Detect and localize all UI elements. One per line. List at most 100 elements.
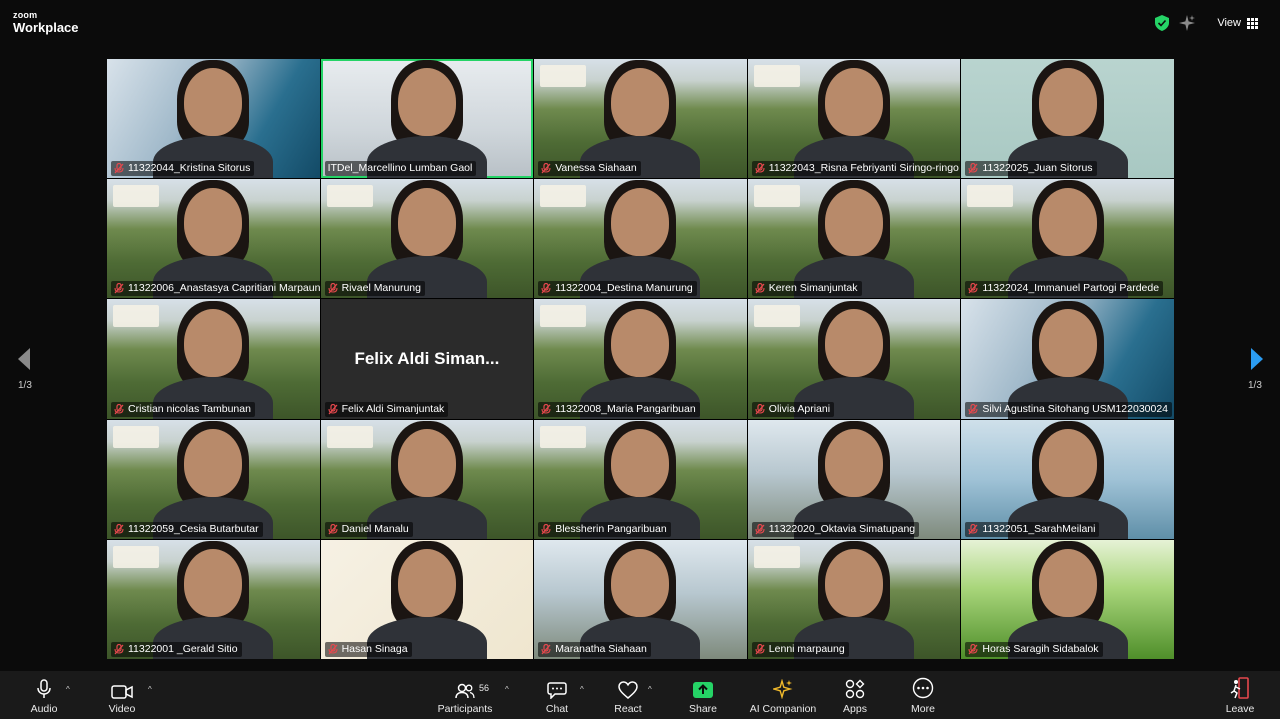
react-button[interactable]: React: [608, 671, 648, 719]
participant-name: Maranatha Siahaan: [555, 642, 647, 655]
view-label: View: [1217, 17, 1241, 29]
video-tile[interactable]: Horas Saragih Sidabalok: [961, 539, 1174, 659]
participant-name: Horas Saragih Sidabalok: [982, 642, 1099, 655]
participant-video-feed: [1007, 420, 1128, 539]
participant-video-feed: [580, 299, 701, 419]
participant-name: 11322059_Cesia Butarbutar: [128, 522, 259, 535]
top-bar: zoom Workplace View: [0, 0, 1280, 46]
muted-microphone-icon: [755, 283, 765, 294]
encryption-shield-icon[interactable]: [1155, 15, 1170, 31]
video-tile[interactable]: Felix Aldi Siman... Felix Aldi Simanjunta…: [320, 299, 534, 419]
muted-microphone-icon: [114, 643, 124, 655]
participant-name-label: Silvi Agustina Sitohang USM122030024: [965, 401, 1173, 417]
participant-name-label: 11322024_Immanuel Partogi Pardede: [965, 281, 1164, 297]
video-tile[interactable]: 11322004_Destina Manurung: [534, 179, 747, 299]
participant-video-feed: [794, 299, 915, 419]
video-tile[interactable]: 11322025_Juan Sitorus: [961, 59, 1174, 179]
video-off-display-name: Felix Aldi Siman...: [354, 348, 500, 368]
participant-video-feed: [153, 420, 274, 539]
video-gallery-grid: 11322044_Kristina Sitorus ITDel_Marcellin…: [107, 59, 1174, 659]
video-tile[interactable]: 11322051_SarahMeilani: [961, 419, 1174, 539]
video-tile[interactable]: Maranatha Siahaan: [534, 539, 747, 659]
video-tile[interactable]: 11322044_Kristina Sitorus: [107, 59, 320, 179]
chat-label: Chat: [545, 703, 569, 715]
participant-video-feed: [794, 420, 915, 539]
video-tile[interactable]: 11322043_Risna Febriyanti Siringo-ringo: [747, 59, 961, 179]
participant-name: Felix Aldi Simanjuntak: [341, 402, 445, 415]
video-tile[interactable]: Cristian nicolas Tambunan: [107, 299, 320, 419]
brand-small: zoom: [13, 10, 38, 20]
muted-microphone-icon: [114, 283, 124, 294]
leave-button[interactable]: Leave: [1220, 671, 1260, 719]
participant-name-label: Maranatha Siahaan: [538, 641, 651, 657]
video-tile[interactable]: Keren Simanjuntak: [747, 179, 961, 299]
video-tile[interactable]: 11322059_Cesia Butarbutar: [107, 419, 320, 539]
video-tile[interactable]: Blessherin Pangaribuan: [534, 419, 747, 539]
apps-button[interactable]: Apps: [835, 671, 875, 719]
muted-microphone-icon: [541, 523, 551, 535]
share-button[interactable]: Share: [683, 671, 723, 719]
participant-name-label: Daniel Manalu: [324, 521, 413, 537]
video-tile[interactable]: Silvi Agustina Sitohang USM122030024: [961, 299, 1174, 419]
video-tile[interactable]: 11322008_Maria Pangaribuan: [534, 299, 747, 419]
participant-name-label: 11322044_Kristina Sitorus: [111, 161, 255, 177]
muted-microphone-icon: [755, 403, 765, 415]
participant-name-label: Olivia Apriani: [751, 401, 835, 417]
video-tile[interactable]: Olivia Apriani: [747, 299, 961, 419]
participants-icon: [455, 683, 475, 699]
muted-microphone-icon: [968, 163, 978, 174]
muted-microphone-icon: [328, 523, 338, 535]
participant-name-label: ITDel_Marcellino Lumban Gaol: [324, 161, 477, 177]
video-button[interactable]: Video: [102, 671, 142, 719]
video-tile[interactable]: Rivael Manurung: [320, 179, 534, 299]
muted-microphone-icon: [541, 643, 551, 655]
video-options-caret-icon[interactable]: ^: [148, 685, 152, 694]
next-page-arrow-icon[interactable]: [1247, 346, 1267, 372]
muted-microphone-icon: [328, 283, 338, 294]
participant-name-label: Felix Aldi Simanjuntak: [324, 401, 449, 417]
zoom-logo: zoom Workplace: [13, 10, 79, 35]
video-label: Video: [108, 703, 136, 715]
video-camera-icon: [111, 685, 133, 699]
muted-microphone-icon: [541, 163, 551, 174]
participant-name-label: 11322020_Oktavia Simatupang: [751, 521, 920, 537]
react-options-caret-icon[interactable]: ^: [648, 685, 652, 694]
microphone-icon: [37, 679, 51, 698]
video-tile[interactable]: 11322020_Oktavia Simatupang: [747, 419, 961, 539]
more-button[interactable]: More: [903, 671, 943, 719]
video-tile[interactable]: Vanessa Siahaan: [534, 59, 747, 179]
view-button[interactable]: View: [1217, 17, 1258, 29]
participant-name: Olivia Apriani: [768, 402, 831, 415]
participants-options-caret-icon[interactable]: ^: [505, 685, 509, 694]
participant-video-feed: [580, 420, 701, 539]
audio-options-caret-icon[interactable]: ^: [66, 685, 70, 694]
participant-name: Vanessa Siahaan: [555, 162, 637, 175]
chat-button[interactable]: Chat: [537, 671, 577, 719]
chat-options-caret-icon[interactable]: ^: [580, 685, 584, 694]
audio-button[interactable]: Audio: [24, 671, 64, 719]
muted-microphone-icon: [328, 403, 338, 415]
video-tile[interactable]: ITDel_Marcellino Lumban Gaol: [320, 59, 534, 179]
participant-name: Lenni marpaung: [768, 642, 845, 655]
video-tile[interactable]: Daniel Manalu: [320, 419, 534, 539]
previous-page-arrow-icon[interactable]: [14, 346, 34, 372]
ai-companion-button[interactable]: AI Companion: [748, 671, 818, 719]
participant-name: Cristian nicolas Tambunan: [128, 402, 251, 415]
ai-sparkle-icon[interactable]: [1179, 15, 1196, 31]
muted-microphone-icon: [114, 403, 124, 415]
video-tile[interactable]: 11322006_Anastasya Capritiani Marpaung: [107, 179, 320, 299]
muted-microphone-icon: [328, 643, 338, 655]
participant-name-label: Lenni marpaung: [751, 641, 849, 657]
meeting-toolbar: Audio ^ Video ^ Participants 56 ^ Chat ^…: [0, 671, 1280, 719]
muted-microphone-icon: [755, 643, 765, 655]
video-tile[interactable]: 11322001 _Gerald Sitio: [107, 539, 320, 659]
participants-button[interactable]: Participants: [433, 671, 497, 719]
participants-label: Participants: [437, 703, 493, 715]
video-tile[interactable]: Hasan Sinaga: [320, 539, 534, 659]
participant-name-label: Rivael Manurung: [324, 281, 425, 297]
video-tile[interactable]: 11322024_Immanuel Partogi Pardede: [961, 179, 1174, 299]
participant-name-label: Hasan Sinaga: [324, 641, 412, 657]
participant-name: 11322004_Destina Manurung: [555, 282, 693, 295]
video-tile[interactable]: Lenni marpaung: [747, 539, 961, 659]
participant-name-label: 11322025_Juan Sitorus: [965, 161, 1097, 177]
